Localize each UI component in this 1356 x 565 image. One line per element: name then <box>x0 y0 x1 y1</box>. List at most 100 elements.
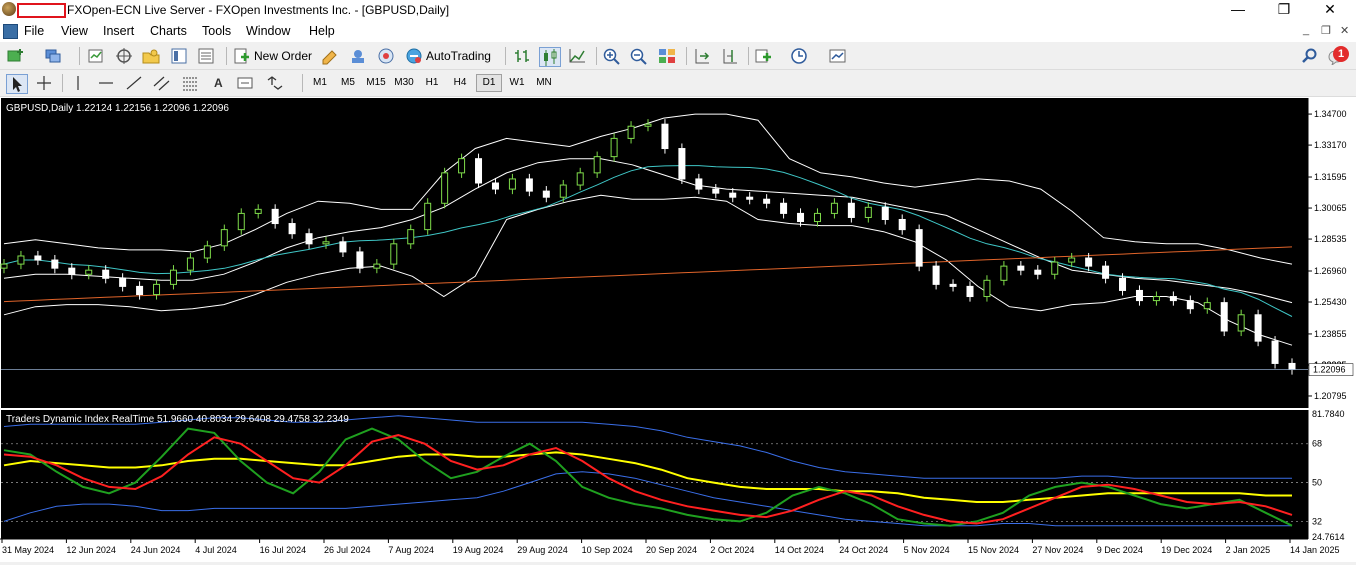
horizontal-line-icon[interactable] <box>96 74 116 92</box>
time-tick-label: 20 Sep 2024 <box>646 545 697 555</box>
signals-icon[interactable] <box>376 47 396 65</box>
timeframe-w1[interactable]: W1 <box>505 75 529 91</box>
autotrading-button[interactable]: AutoTrading <box>426 47 491 65</box>
templates-icon[interactable] <box>828 47 848 65</box>
candle-body <box>1135 289 1143 302</box>
candle-body <box>237 212 245 231</box>
timeframe-mn[interactable]: MN <box>532 75 556 91</box>
new-order-icon[interactable] <box>232 47 252 65</box>
candle-body <box>644 123 652 127</box>
candle-body <box>254 208 262 214</box>
minimize-button[interactable]: — <box>1215 0 1261 21</box>
bar-chart-icon[interactable] <box>512 47 532 65</box>
fibonacci-icon[interactable] <box>180 74 200 92</box>
search-icon[interactable] <box>1300 47 1320 65</box>
timeframe-m15[interactable]: M15 <box>364 75 388 91</box>
menu-tools[interactable]: Tools <box>202 24 231 38</box>
time-tick-label: 2 Oct 2024 <box>710 545 754 555</box>
navigator-icon[interactable] <box>141 47 161 65</box>
candle-body <box>661 123 669 150</box>
trendline-icon[interactable] <box>124 74 144 92</box>
crosshair-icon[interactable] <box>34 74 54 92</box>
arrows-icon[interactable] <box>264 74 284 92</box>
new-chart-icon[interactable] <box>6 47 26 65</box>
candle-body <box>1102 265 1110 279</box>
close-button[interactable]: ✕ <box>1307 0 1353 21</box>
candle-body <box>1051 261 1059 275</box>
mdi-restore-button[interactable]: ❐ <box>1321 24 1331 37</box>
timeframe-h4[interactable]: H4 <box>448 75 472 91</box>
menu-insert[interactable]: Insert <box>103 24 134 38</box>
autoscroll-icon[interactable] <box>692 47 712 65</box>
timeframe-h1[interactable]: H1 <box>420 75 444 91</box>
periods-icon[interactable] <box>790 47 810 65</box>
candle-body <box>1271 340 1279 364</box>
candle-body <box>153 283 161 296</box>
menu-charts[interactable]: Charts <box>150 24 187 38</box>
candlestick-chart-icon[interactable] <box>539 47 561 67</box>
terminal-icon[interactable] <box>169 47 189 65</box>
zoom-in-icon[interactable] <box>602 47 622 65</box>
mdi-minimize-button[interactable]: _ <box>1303 24 1309 36</box>
menu-file[interactable]: File <box>24 24 44 38</box>
time-tick-label: 7 Aug 2024 <box>388 545 434 555</box>
indicators-icon[interactable] <box>754 47 774 65</box>
candle-body <box>627 125 635 139</box>
menu-bar: File View Insert Charts Tools Window Hel… <box>0 21 1356 42</box>
candle-body <box>322 241 330 245</box>
window-title: FXOpen-ECN Live Server - FXOpen Investme… <box>67 3 450 17</box>
timeframe-d1[interactable]: D1 <box>476 74 502 92</box>
menu-window[interactable]: Window <box>246 24 290 38</box>
price-tick-label: 1.25430 <box>1314 297 1347 307</box>
cursor-icon[interactable] <box>6 74 28 94</box>
equidistant-channel-icon[interactable] <box>152 74 172 92</box>
profiles-icon[interactable] <box>44 47 64 65</box>
text-tool-button[interactable]: A <box>214 74 223 92</box>
chart-shift-icon[interactable] <box>720 47 740 65</box>
maximize-button[interactable]: ❐ <box>1261 0 1307 21</box>
menu-view[interactable]: View <box>61 24 88 38</box>
new-order-button[interactable]: New Order <box>254 47 312 65</box>
price-tick-label: 1.31595 <box>1314 172 1347 182</box>
standard-toolbar: New Order AutoTrading 1 <box>0 43 1356 70</box>
price-tick-label: 1.34700 <box>1314 109 1347 119</box>
autotrading-icon[interactable] <box>404 47 424 65</box>
strategy-tester-icon[interactable] <box>196 47 216 65</box>
text-label-icon[interactable] <box>235 74 255 92</box>
candle-body <box>847 202 855 218</box>
time-tick-label: 19 Dec 2024 <box>1161 545 1212 555</box>
line-chart-icon[interactable] <box>567 47 587 65</box>
candle-body <box>915 229 923 267</box>
candle-body <box>695 178 703 190</box>
tile-windows-icon[interactable] <box>657 47 677 65</box>
candle-body <box>305 233 313 245</box>
candle-body <box>966 285 974 298</box>
candle-body <box>424 202 432 231</box>
candle-body <box>441 172 449 204</box>
timeframe-m1[interactable]: M1 <box>308 75 332 91</box>
price-tick-label: 1.33170 <box>1314 140 1347 150</box>
candle-body <box>1203 302 1211 310</box>
mdi-close-button[interactable]: ✕ <box>1340 24 1349 37</box>
menu-help[interactable]: Help <box>309 24 335 38</box>
time-tick-label: 4 Jul 2024 <box>195 545 237 555</box>
indicator-tick-label: 81.7840 <box>1312 409 1345 419</box>
candle-body <box>983 279 991 298</box>
metaeditor-icon[interactable] <box>320 47 340 65</box>
chart-window[interactable]: 1.34700 1.33170 1.31595 1.30065 1.28535 1.269… <box>0 97 1356 562</box>
main-chart-pane[interactable] <box>1 98 1308 408</box>
candle-body <box>1169 296 1177 302</box>
timeframe-m30[interactable]: M30 <box>392 75 416 91</box>
timeframe-m5[interactable]: M5 <box>336 75 360 91</box>
candle-body <box>1017 265 1025 271</box>
data-window-icon[interactable] <box>114 47 134 65</box>
chart-canvas[interactable]: 1.34700 1.33170 1.31595 1.30065 1.28535 1.269… <box>0 97 1356 562</box>
vertical-line-icon[interactable] <box>68 74 88 92</box>
zoom-out-icon[interactable] <box>629 47 649 65</box>
market-watch-icon[interactable] <box>86 47 106 65</box>
time-tick-label: 12 Jun 2024 <box>66 545 116 555</box>
experts-icon[interactable] <box>348 47 368 65</box>
indicator-tick-label: 50 <box>1312 478 1322 488</box>
title-bar: FXOpen-ECN Live Server - FXOpen Investme… <box>0 0 1356 21</box>
time-tick-label: 27 Nov 2024 <box>1032 545 1083 555</box>
